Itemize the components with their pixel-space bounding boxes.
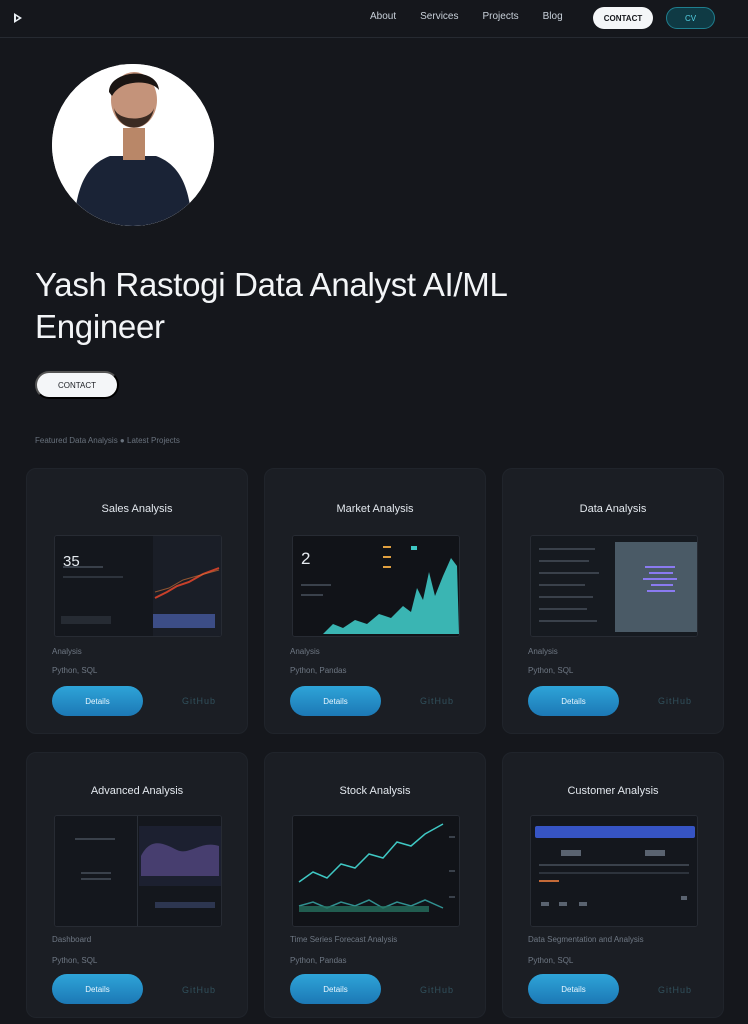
nav-link-projects[interactable]: Projects [483, 11, 519, 22]
project-category: Analysis [528, 647, 558, 656]
github-link[interactable]: GitHub [655, 692, 695, 710]
project-tech: Python, Pandas [290, 956, 347, 965]
view-details-button[interactable]: Details [52, 686, 143, 716]
project-title: Customer Analysis [567, 785, 659, 797]
hero-title: Yash Rastogi Data Analyst AI/ML Engineer [35, 266, 507, 345]
contact-button[interactable]: CONTACT [593, 7, 653, 29]
view-details-button[interactable]: Details [528, 686, 619, 716]
github-link[interactable]: GitHub [655, 981, 695, 999]
nav-link-about[interactable]: About [370, 11, 396, 22]
logo-icon[interactable] [11, 11, 25, 25]
profile-avatar [52, 64, 214, 226]
project-thumbnail [54, 815, 222, 927]
github-link[interactable]: GitHub [417, 692, 457, 710]
project-thumbnail [54, 535, 222, 637]
project-tech: Python, Pandas [290, 666, 347, 675]
project-category: Analysis [52, 647, 82, 656]
project-category: Data Segmentation and Analysis [528, 935, 644, 944]
project-card: Customer Analysis Data Segmentation and … [502, 752, 724, 1018]
thumbnail-value: 35 [63, 553, 80, 570]
project-category: Time Series Forecast Analysis [290, 935, 398, 944]
github-link[interactable]: GitHub [179, 692, 219, 710]
view-details-button[interactable]: Details [52, 974, 143, 1004]
project-category: Analysis [290, 647, 320, 656]
project-card: Stock Analysis Time Series Forecast Anal… [264, 752, 486, 1018]
project-title: Data Analysis [579, 503, 647, 515]
project-thumbnail [530, 535, 698, 637]
project-category: Dashboard [52, 935, 92, 944]
project-title: Stock Analysis [339, 785, 411, 797]
project-thumbnail [292, 815, 460, 927]
cv-button[interactable]: CV [666, 7, 715, 29]
github-link[interactable]: GitHub [417, 981, 457, 999]
thumbnail-value: 2 [301, 549, 311, 568]
nav-links: About Services Projects Blog [370, 11, 563, 22]
project-thumbnail [292, 535, 460, 637]
github-link[interactable]: GitHub [179, 981, 219, 999]
view-details-button[interactable]: Details [290, 974, 381, 1004]
project-card: Data Analysis Analysis Python, SQL Detai… [502, 468, 724, 734]
project-card: Advanced Analysis Dashboard Python, SQL … [26, 752, 248, 1018]
project-tech: Python, SQL [52, 666, 98, 675]
section-subtitle: Featured Data Analysis ● Latest Projects [35, 436, 180, 445]
view-details-button[interactable]: Details [528, 974, 619, 1004]
top-navbar: About Services Projects Blog CONTACT CV [0, 0, 748, 38]
project-card: Market Analysis 2 Analysis Python, Panda… [264, 468, 486, 734]
project-title: Advanced Analysis [90, 785, 184, 797]
project-tech: Python, SQL [528, 956, 574, 965]
project-tech: Python, SQL [52, 956, 98, 965]
hero-contact-button[interactable]: CONTACT [35, 371, 119, 399]
project-title: Sales Analysis [101, 503, 173, 515]
project-tech: Python, SQL [528, 666, 574, 675]
nav-link-blog[interactable]: Blog [543, 11, 563, 22]
project-title: Market Analysis [336, 503, 414, 515]
project-card: Sales Analysis 35 Analysis Python, SQL D… [26, 468, 248, 734]
project-thumbnail [530, 815, 698, 927]
nav-link-services[interactable]: Services [420, 11, 458, 22]
view-details-button[interactable]: Details [290, 686, 381, 716]
